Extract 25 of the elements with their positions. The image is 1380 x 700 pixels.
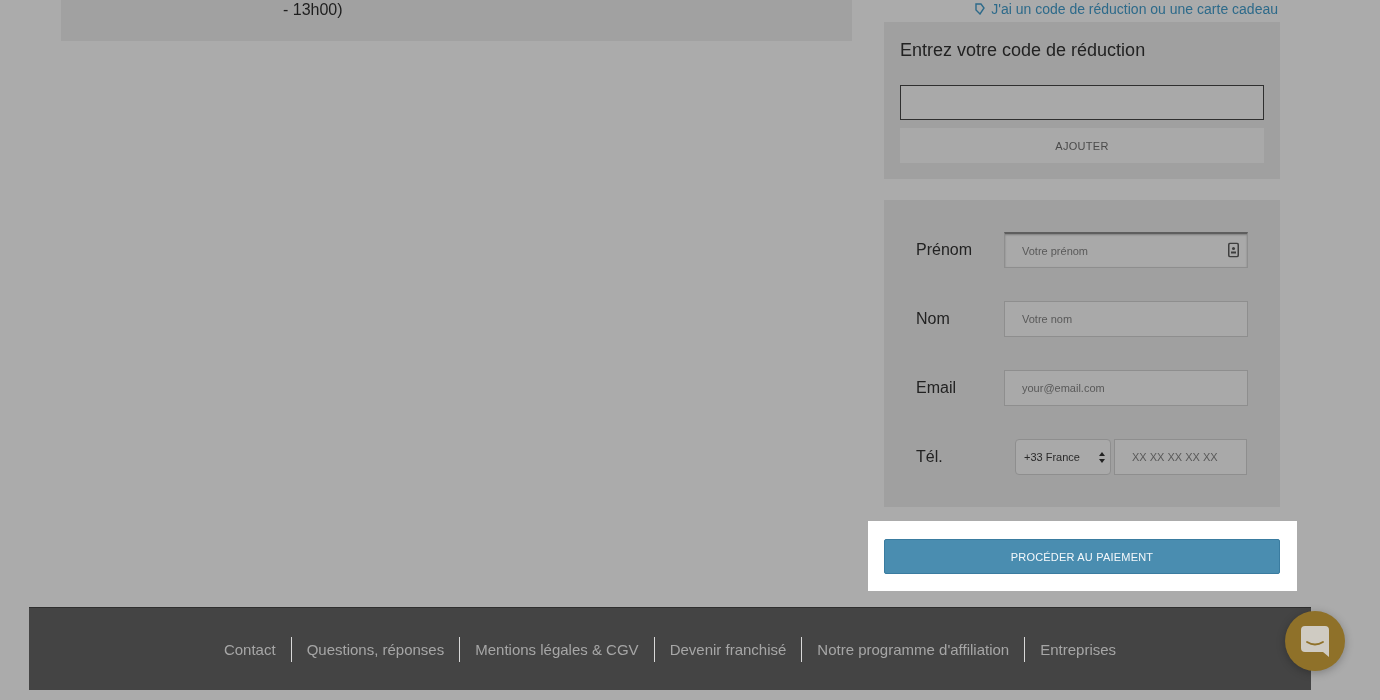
footer-link[interactable]: Entreprises [1025, 640, 1132, 658]
footer-link[interactable]: Contact [208, 640, 291, 658]
field-label: Tél. [916, 448, 944, 466]
field-label: Email [916, 379, 957, 397]
discount-code-link[interactable]: J'ai un code de réduction ou une carte cadeau [991, 1, 1278, 17]
tag-icon [975, 3, 986, 15]
order-note-text: - 13h00) [283, 0, 343, 20]
footer-link[interactable]: Devenir franchisé [654, 640, 802, 658]
footer-link[interactable]: Notre programme d'affiliation [802, 640, 1025, 658]
payment-button[interactable]: PROCÉDER AU PAIEMENT [884, 539, 1280, 574]
up-down-arrows-icon [1099, 451, 1105, 463]
discount-card-title: Entrez votre code de réduction [900, 39, 1147, 62]
phone-number-field[interactable]: XX XX XX XX XX [1114, 439, 1247, 475]
email-field[interactable]: your@email.com [1004, 370, 1248, 406]
last-name-field[interactable]: Votre nom [1004, 301, 1248, 337]
add-code-button[interactable]: AJOUTER [900, 128, 1264, 163]
first-name-field[interactable]: Votre prénom [1004, 232, 1248, 268]
field-label: Nom [916, 310, 951, 328]
country-code-select[interactable]: +33 France [1015, 439, 1111, 475]
chat-bubble-icon [1301, 625, 1329, 657]
field-label: Prénom [916, 241, 974, 259]
chat-button[interactable] [1285, 611, 1345, 671]
discount-code-field[interactable] [900, 85, 1264, 120]
footer-link[interactable]: Questions, réponses [291, 640, 460, 658]
footer-link[interactable]: Mentions légales & CGV [460, 640, 654, 658]
